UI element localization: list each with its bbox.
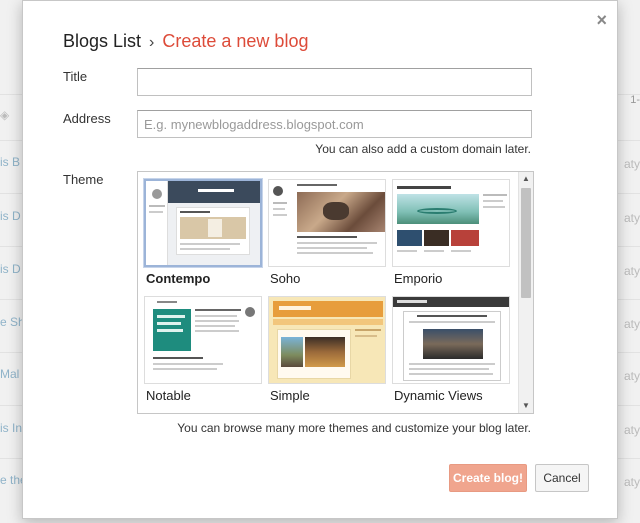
title-label: Title: [63, 69, 88, 84]
theme-name: Notable: [146, 388, 191, 403]
create-blog-button[interactable]: Create blog!: [449, 464, 527, 492]
cancel-button[interactable]: Cancel: [535, 464, 589, 492]
create-blog-dialog: × Blogs List › Create a new blog Title Add…: [22, 0, 618, 519]
theme-thumbnail: [392, 179, 510, 267]
bg-post-meta: aty: [623, 211, 640, 225]
bg-post-meta: aty: [623, 264, 640, 278]
address-input[interactable]: [137, 110, 532, 138]
title-input[interactable]: [137, 68, 532, 96]
theme-contempo[interactable]: Contempo: [144, 179, 262, 286]
theme-thumbnail: [144, 296, 262, 384]
bg-post-title: is B: [0, 155, 21, 169]
theme-chooser: Contempo Soho Emporio Notable Simple Dyn…: [137, 171, 534, 414]
page-title: Create a new blog: [162, 31, 309, 51]
bg-post-meta: aty: [623, 157, 640, 171]
theme-thumbnail: [268, 296, 386, 384]
theme-thumbnail: [392, 296, 510, 384]
theme-dynamic-views[interactable]: Dynamic Views: [392, 296, 510, 403]
theme-name: Contempo: [146, 271, 211, 286]
bg-post-title: is In: [0, 421, 23, 435]
theme-name: Emporio: [394, 271, 443, 286]
close-icon[interactable]: ×: [596, 11, 607, 29]
theme-name: Simple: [270, 388, 310, 403]
theme-name: Dynamic Views: [394, 388, 483, 403]
bg-post-title: is D: [0, 209, 21, 223]
scrollbar-thumb[interactable]: [521, 188, 531, 298]
theme-simple[interactable]: Simple: [268, 296, 386, 403]
scroll-down-icon[interactable]: ▼: [519, 399, 533, 413]
theme-soho[interactable]: Soho: [268, 179, 386, 286]
address-label: Address: [63, 111, 111, 126]
theme-label: Theme: [63, 172, 104, 187]
breadcrumb-separator: ›: [149, 34, 155, 51]
scroll-up-icon[interactable]: ▲: [519, 172, 533, 186]
bg-post-meta: aty: [623, 423, 640, 437]
tag-icon: ◈: [0, 108, 10, 122]
bg-post-meta: aty: [623, 369, 640, 383]
address-hint: You can also add a custom domain later.: [315, 142, 531, 156]
bg-post-title: is D: [0, 262, 21, 276]
bg-post-meta: aty: [623, 317, 640, 331]
themes-scrollbar[interactable]: ▲ ▼: [518, 172, 533, 413]
bg-post-title: e Sh: [0, 315, 25, 329]
theme-emporio[interactable]: Emporio: [392, 179, 510, 286]
theme-thumbnail: [268, 179, 386, 267]
theme-notable[interactable]: Notable: [144, 296, 262, 403]
bg-page-counter: 1-: [630, 94, 640, 106]
breadcrumb: Blogs List › Create a new blog: [63, 31, 308, 52]
theme-name: Soho: [270, 271, 301, 286]
bg-post-title: Mal: [0, 367, 20, 381]
themes-hint: You can browse many more themes and cust…: [177, 421, 531, 435]
theme-thumbnail: [144, 179, 262, 267]
bg-post-meta: aty: [623, 475, 640, 489]
breadcrumb-blogs-list[interactable]: Blogs List: [63, 31, 141, 51]
